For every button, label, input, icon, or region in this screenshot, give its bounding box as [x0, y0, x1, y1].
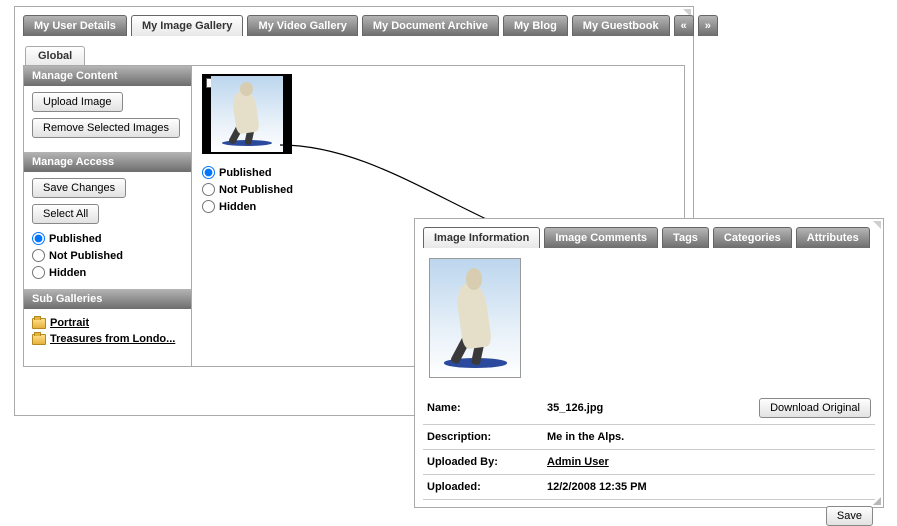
row-uploaded: Uploaded: 12/2/2008 12:35 PM: [423, 475, 875, 500]
detail-tabstrip: Image Information Image Comments Tags Ca…: [423, 227, 875, 248]
tab-image-gallery[interactable]: My Image Gallery: [131, 15, 244, 36]
hdr-sub-galleries: Sub Galleries: [24, 289, 191, 309]
sidebar-radio-not-published[interactable]: Not Published: [32, 247, 183, 264]
radio-input[interactable]: [32, 232, 45, 245]
cell-value: Me in the Alps.: [543, 425, 875, 450]
uploaded-by-link[interactable]: Admin User: [547, 456, 609, 468]
radio-label: Published: [49, 233, 102, 245]
subtab-global[interactable]: Global: [25, 46, 85, 65]
save-changes-button[interactable]: Save Changes: [32, 178, 126, 198]
image-detail-panel: Image Information Image Comments Tags Ca…: [414, 218, 884, 508]
radio-input[interactable]: [202, 200, 215, 213]
subgallery-link[interactable]: Portrait: [50, 317, 89, 329]
content-radio-published[interactable]: Published: [202, 164, 674, 181]
select-all-button[interactable]: Select All: [32, 204, 99, 224]
hdr-manage-access: Manage Access: [24, 152, 191, 172]
cell-label: Name:: [423, 392, 543, 425]
radio-label: Hidden: [219, 201, 256, 213]
row-description: Description: Me in the Alps.: [423, 425, 875, 450]
subtab-row: Global: [25, 46, 685, 65]
detail-thumbnail: [429, 258, 521, 378]
save-button[interactable]: Save: [826, 506, 873, 526]
radio-input[interactable]: [32, 266, 45, 279]
tab-guestbook[interactable]: My Guestbook: [572, 15, 670, 36]
cell-label: Description:: [423, 425, 543, 450]
folder-icon: [32, 334, 46, 345]
cell-label: Uploaded:: [423, 475, 543, 500]
thumbnail-image: [211, 76, 283, 152]
tab-blog[interactable]: My Blog: [503, 15, 568, 36]
remove-selected-button[interactable]: Remove Selected Images: [32, 118, 180, 138]
main-tabstrip: My User Details My Image Gallery My Vide…: [23, 15, 685, 36]
content-radio-not-published[interactable]: Not Published: [202, 181, 674, 198]
tab-categories[interactable]: Categories: [713, 227, 792, 248]
tab-image-information[interactable]: Image Information: [423, 227, 540, 248]
radio-label: Published: [219, 167, 272, 179]
upload-image-button[interactable]: Upload Image: [32, 92, 123, 112]
image-info-table: Name: 35_126.jpg Download Original Descr…: [423, 392, 875, 500]
radio-input[interactable]: [202, 166, 215, 179]
tabstrip-prev[interactable]: «: [674, 15, 694, 36]
folder-icon: [32, 318, 46, 329]
subgallery-treasures[interactable]: Treasures from Londo...: [32, 331, 183, 347]
cell-value: 35_126.jpg: [547, 402, 603, 414]
content-radio-hidden[interactable]: Hidden: [202, 198, 674, 215]
radio-input[interactable]: [202, 183, 215, 196]
image-thumbnail[interactable]: [202, 74, 292, 154]
cell-label: Uploaded By:: [423, 450, 543, 475]
hdr-manage-content: Manage Content: [24, 66, 191, 86]
row-uploaded-by: Uploaded By: Admin User: [423, 450, 875, 475]
tab-image-comments[interactable]: Image Comments: [544, 227, 658, 248]
subgallery-portrait[interactable]: Portrait: [32, 315, 183, 331]
tab-document-archive[interactable]: My Document Archive: [362, 15, 499, 36]
radio-label: Hidden: [49, 267, 86, 279]
radio-input[interactable]: [32, 249, 45, 262]
sidebar-radio-hidden[interactable]: Hidden: [32, 264, 183, 281]
tab-user-details[interactable]: My User Details: [23, 15, 127, 36]
sidebar-radio-published[interactable]: Published: [32, 230, 183, 247]
cell-value: 12/2/2008 12:35 PM: [543, 475, 875, 500]
tab-video-gallery[interactable]: My Video Gallery: [247, 15, 357, 36]
radio-label: Not Published: [219, 184, 293, 196]
sidebar: Manage Content Upload Image Remove Selec…: [24, 66, 192, 366]
row-name: Name: 35_126.jpg Download Original: [423, 392, 875, 425]
subgallery-link[interactable]: Treasures from Londo...: [50, 333, 175, 345]
radio-label: Not Published: [49, 250, 123, 262]
save-row: Save: [423, 500, 875, 526]
download-original-button[interactable]: Download Original: [759, 398, 871, 418]
tab-tags[interactable]: Tags: [662, 227, 709, 248]
tabstrip-next[interactable]: »: [698, 15, 718, 36]
tab-attributes[interactable]: Attributes: [796, 227, 870, 248]
